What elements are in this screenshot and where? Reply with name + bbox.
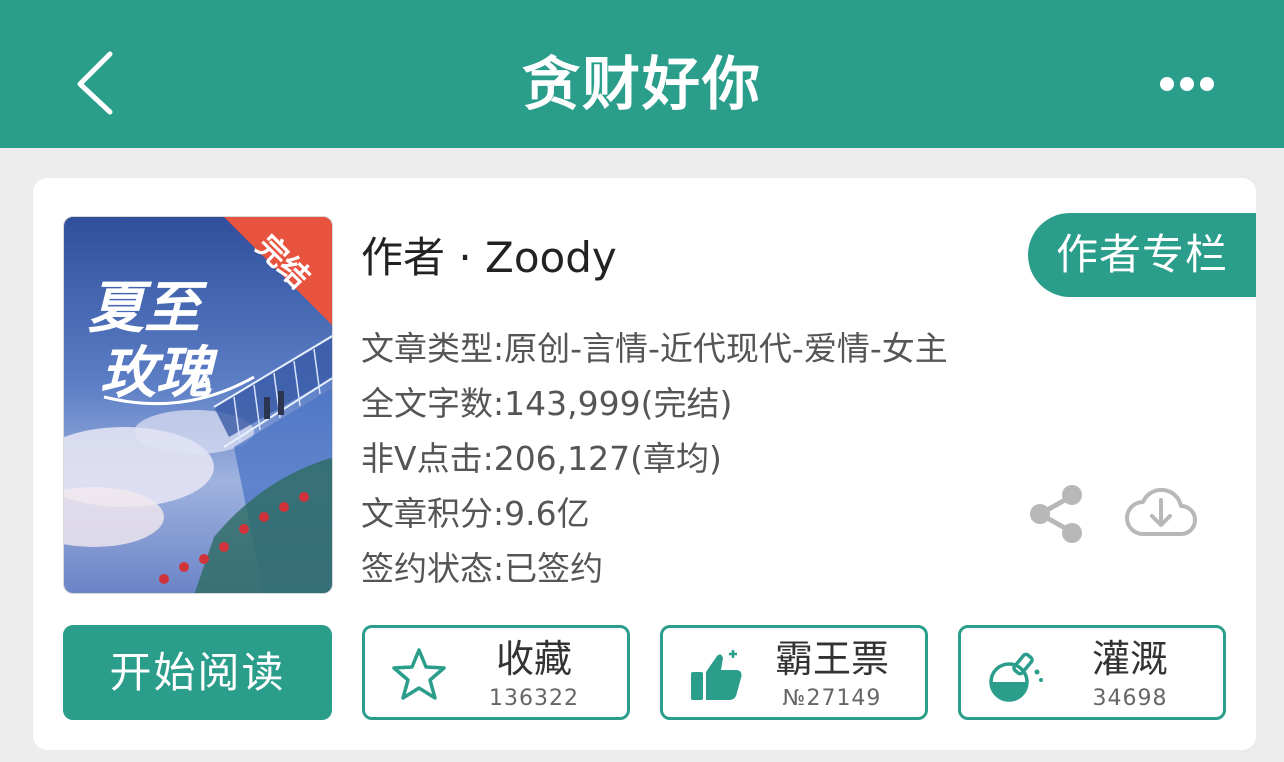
author-column-button[interactable]: 作者专栏 [1028, 213, 1256, 297]
favorite-count: 136322 [489, 686, 579, 711]
nourish-button[interactable]: 灌溉 34698 [958, 625, 1226, 720]
book-cover-art: 夏至 玫瑰 完结 [64, 217, 332, 593]
more-dots-icon [1160, 77, 1214, 91]
favorite-button[interactable]: 收藏 136322 [362, 625, 630, 720]
info-word-count: 全文字数:143,999(完结) [361, 384, 733, 423]
start-reading-button[interactable]: 开始阅读 [63, 625, 332, 720]
favorite-label: 收藏 [495, 637, 572, 681]
thumbs-up-icon [691, 650, 742, 700]
vote-count: №27149 [782, 686, 882, 711]
book-cover[interactable]: 夏至 玫瑰 完结 [63, 216, 333, 594]
cover-title-line1: 夏至 [88, 275, 208, 341]
star-icon [392, 648, 446, 700]
page-title: 贪财好你 [521, 50, 762, 118]
info-score: 文章积分:9.6亿 [361, 494, 590, 533]
download-button[interactable] [1123, 480, 1199, 544]
more-button[interactable] [1156, 70, 1218, 98]
top-bar: 贪财好你 [0, 0, 1284, 148]
nourish-label: 灌溉 [1091, 637, 1168, 681]
share-button[interactable] [1028, 484, 1084, 544]
info-genre: 文章类型:原创-言情-近代现代-爱情-女主 [361, 329, 948, 368]
book-info-card: 夏至 玫瑰 完结 作者 · Zoody 作者专栏 文章类型:原创-言情-近代现代… [33, 178, 1256, 750]
nourish-count: 34698 [1092, 686, 1168, 711]
cover-title-line2: 玫瑰 [100, 340, 219, 406]
vote-label: 霸王票 [774, 637, 889, 681]
book-info-list: 文章类型:原创-言情-近代现代-爱情-女主 全文字数:143,999(完结) 非… [361, 326, 948, 601]
vote-button[interactable]: 霸王票 №27149 [660, 625, 928, 720]
info-sign-status: 签约状态:已签约 [361, 549, 604, 588]
cloud-download-icon [1125, 487, 1197, 536]
flask-icon [989, 652, 1043, 702]
author-name[interactable]: 作者 · Zoody [361, 230, 617, 286]
share-icon [1030, 485, 1082, 543]
info-clicks: 非V点击:206,127(章均) [361, 439, 722, 478]
